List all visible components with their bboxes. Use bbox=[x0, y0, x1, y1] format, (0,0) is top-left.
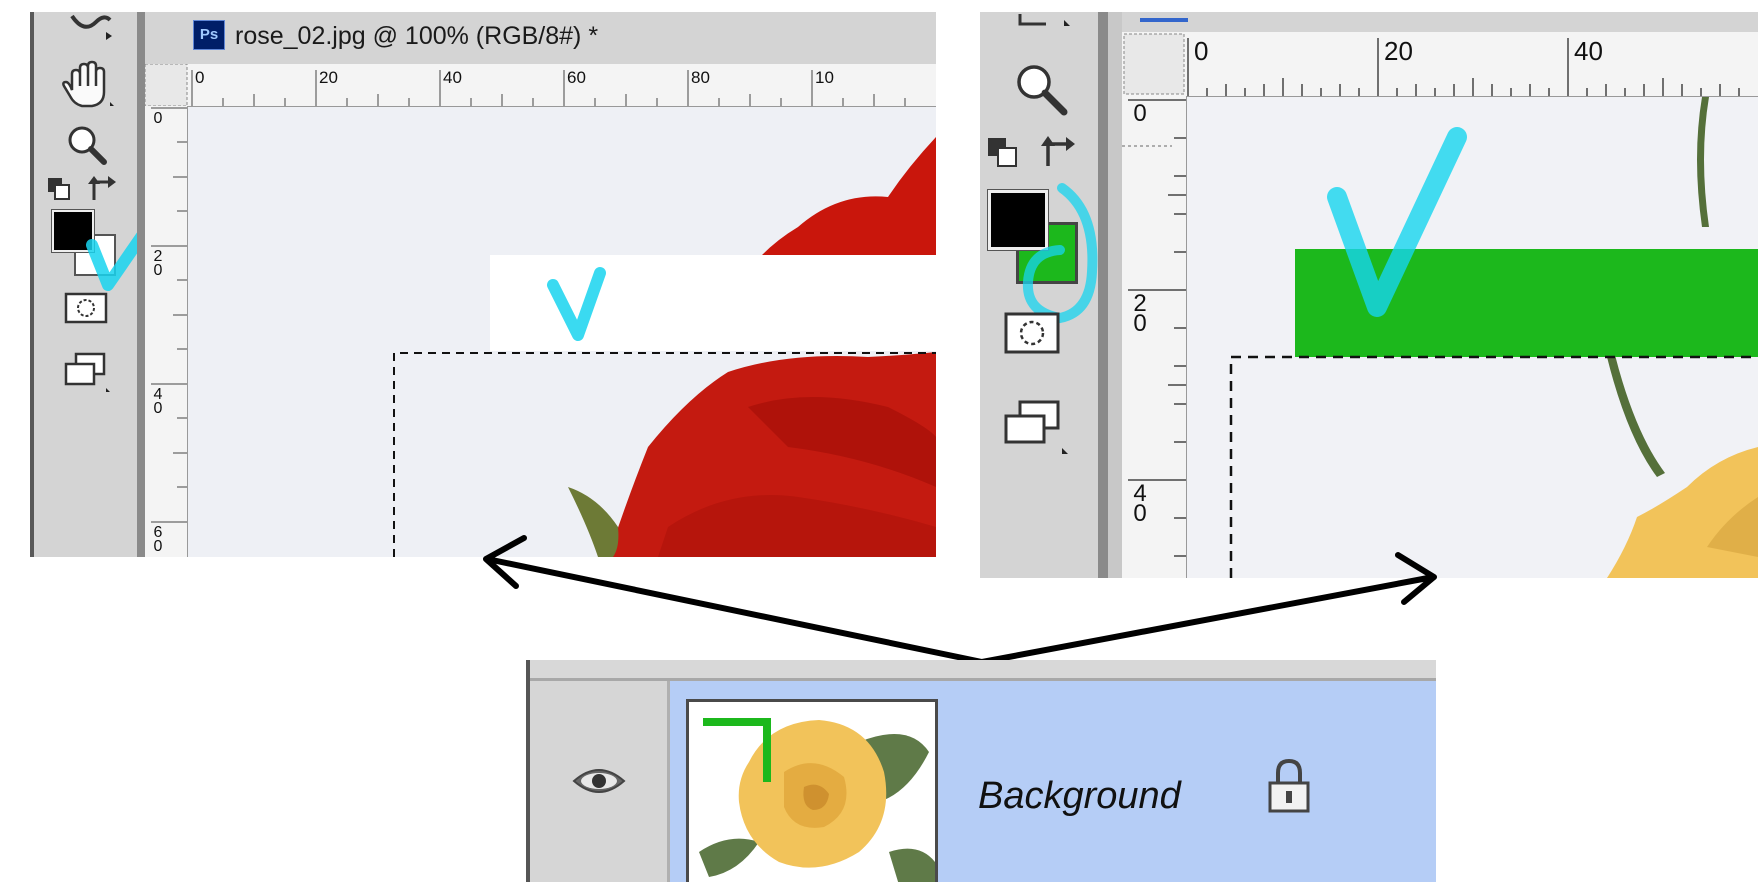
layers-header-strip bbox=[526, 660, 1436, 681]
layer-name[interactable]: Background bbox=[978, 775, 1181, 818]
arrow-to-right-window bbox=[979, 575, 1431, 665]
eye-icon[interactable] bbox=[572, 763, 626, 799]
lock-icon bbox=[1268, 758, 1310, 813]
layers-panel: Background bbox=[526, 660, 1436, 882]
layer-row-background[interactable]: Background bbox=[670, 681, 1436, 882]
layer-thumbnail[interactable] bbox=[686, 699, 938, 882]
visibility-column bbox=[530, 681, 670, 882]
thumbnail-image bbox=[689, 702, 935, 882]
arrow-to-left-window bbox=[489, 557, 985, 665]
